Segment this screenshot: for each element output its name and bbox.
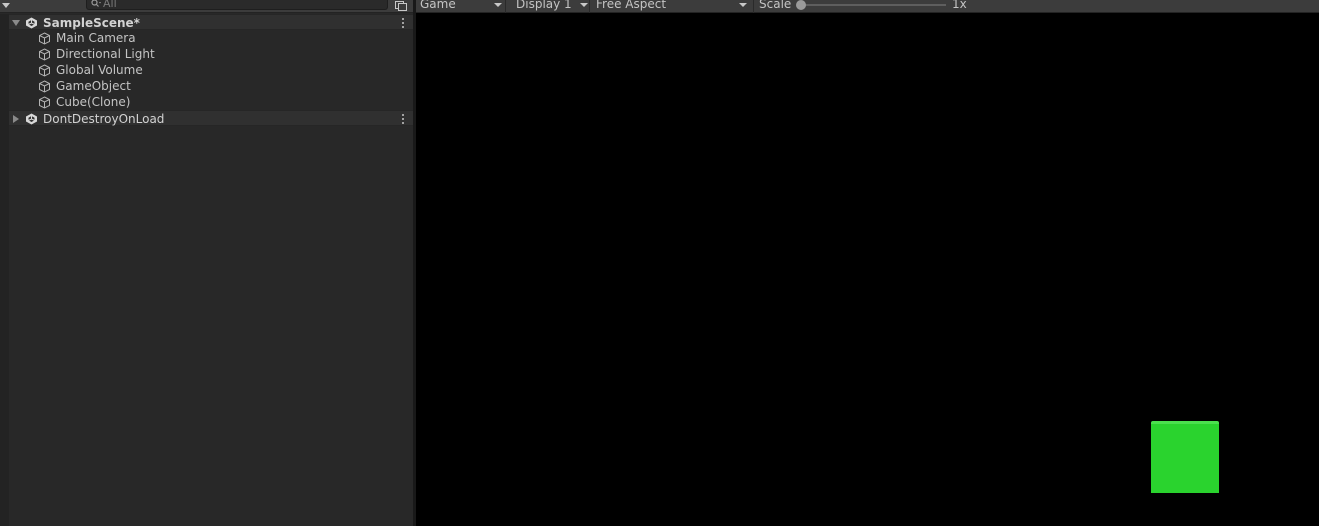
foldout-collapsed-icon[interactable] bbox=[12, 115, 20, 123]
window-stack-icon bbox=[395, 1, 407, 11]
gameobject-cube-icon bbox=[39, 32, 50, 45]
kebab-dot bbox=[402, 118, 404, 120]
hierarchy-item-main-camera[interactable]: Main Camera bbox=[9, 30, 413, 46]
hierarchy-gutter bbox=[0, 14, 9, 526]
hierarchy-search[interactable] bbox=[86, 0, 388, 10]
game-mode-label: Game bbox=[420, 0, 456, 11]
hierarchy-item-label: Directional Light bbox=[56, 47, 155, 61]
kebab-dot bbox=[402, 122, 404, 124]
hierarchy-item-label: Main Camera bbox=[56, 31, 136, 45]
gameobject-cube-icon bbox=[39, 48, 50, 61]
game-mode-dropdown[interactable]: Game bbox=[416, 0, 506, 13]
caret-down-icon bbox=[494, 3, 502, 7]
scale-slider-track bbox=[799, 4, 946, 6]
create-dropdown-button[interactable] bbox=[0, 0, 14, 13]
scene-row-dontdestroyonload[interactable]: DontDestroyOnLoad bbox=[9, 110, 413, 126]
scene-row-samplescene[interactable]: SampleScene* bbox=[9, 14, 413, 30]
hierarchy-toolbar bbox=[0, 0, 413, 13]
aspect-label: Free Aspect bbox=[596, 0, 667, 11]
caret-down-icon bbox=[739, 3, 747, 7]
scale-label: Scale bbox=[759, 0, 792, 11]
aspect-dropdown[interactable]: Free Aspect bbox=[592, 0, 754, 13]
green-cube bbox=[1151, 421, 1219, 493]
hierarchy-item-directional-light[interactable]: Directional Light bbox=[9, 46, 413, 62]
hierarchy-item-gameobject[interactable]: GameObject bbox=[9, 78, 413, 94]
kebab-dot bbox=[402, 22, 404, 24]
hierarchy-item-global-volume[interactable]: Global Volume bbox=[9, 62, 413, 78]
foldout-expanded-icon[interactable] bbox=[12, 19, 20, 27]
scene-name: SampleScene* bbox=[43, 16, 140, 30]
caret-down-icon bbox=[580, 3, 588, 7]
game-toolbar: Game Display 1 Free Aspect Scale 1x bbox=[416, 0, 1319, 13]
scale-slider-thumb[interactable] bbox=[796, 0, 806, 10]
scale-value: 1x bbox=[952, 0, 967, 11]
kebab-dot bbox=[402, 18, 404, 20]
caret-down-icon bbox=[2, 3, 10, 8]
unity-scene-icon bbox=[26, 113, 37, 125]
hierarchy-item-label: Cube(Clone) bbox=[56, 95, 131, 109]
scene-menu-button[interactable] bbox=[399, 17, 407, 29]
search-icon bbox=[91, 0, 101, 7]
hierarchy-panel: SampleScene* Main Camera Directional Lig… bbox=[0, 0, 413, 526]
hierarchy-item-label: Global Volume bbox=[56, 63, 143, 77]
hierarchy-item-cube-clone[interactable]: Cube(Clone) bbox=[9, 94, 413, 110]
display-dropdown[interactable]: Display 1 bbox=[512, 0, 590, 13]
unity-scene-icon bbox=[26, 17, 37, 29]
game-view-panel: Game Display 1 Free Aspect Scale 1x bbox=[416, 0, 1319, 526]
hierarchy-options-button[interactable] bbox=[394, 0, 408, 12]
display-label: Display 1 bbox=[516, 0, 572, 11]
scene-menu-button[interactable] bbox=[399, 113, 407, 125]
gameobject-cube-icon bbox=[39, 80, 50, 93]
kebab-dot bbox=[402, 26, 404, 28]
hierarchy-item-label: GameObject bbox=[56, 79, 131, 93]
search-input[interactable] bbox=[103, 0, 373, 9]
gameobject-cube-icon bbox=[39, 64, 50, 77]
kebab-dot bbox=[402, 114, 404, 116]
gameobject-cube-icon bbox=[39, 96, 50, 109]
scene-name: DontDestroyOnLoad bbox=[43, 112, 165, 126]
scale-slider[interactable] bbox=[796, 0, 947, 11]
